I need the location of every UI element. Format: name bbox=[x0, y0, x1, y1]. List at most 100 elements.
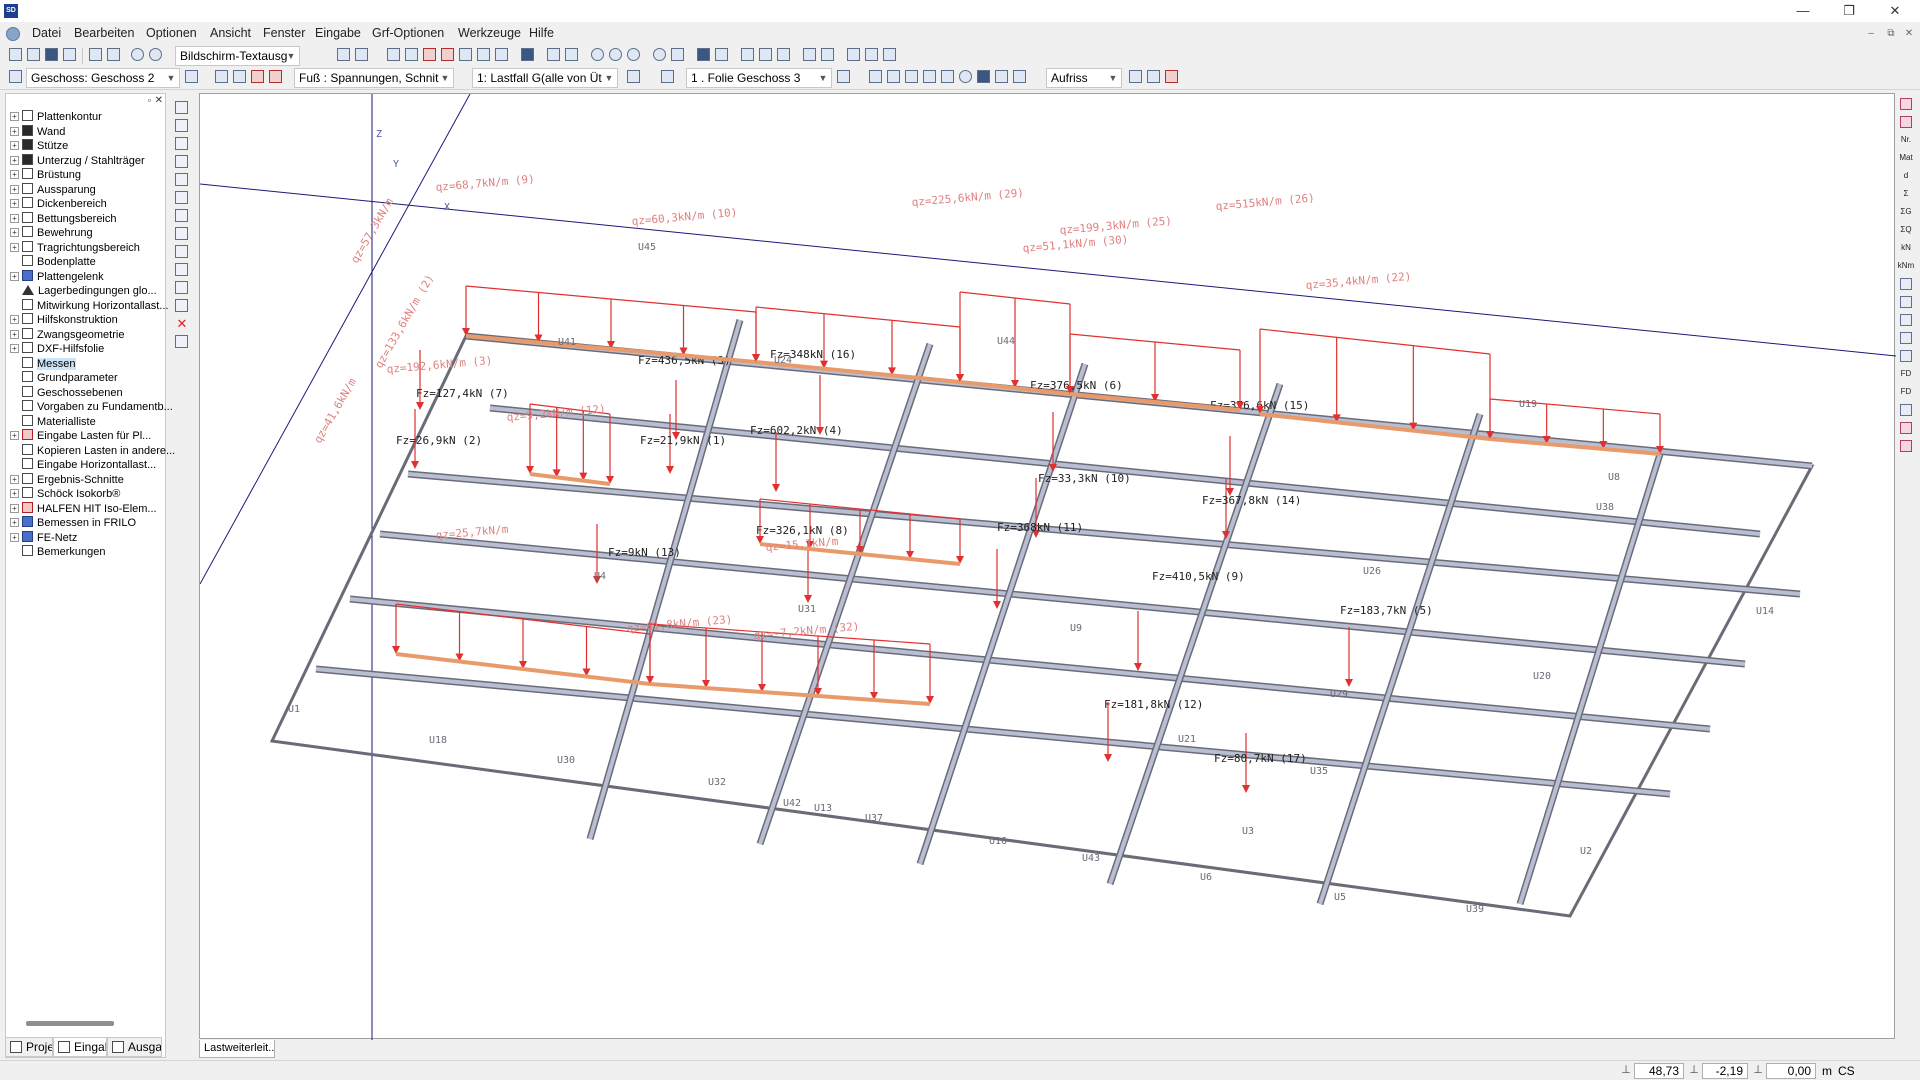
zoom-in-icon[interactable] bbox=[608, 47, 624, 63]
result-combo[interactable]: Fuß : Spannungen, Schnit ▼ bbox=[294, 68, 454, 88]
system-menu-icon[interactable] bbox=[6, 27, 20, 41]
split-icon[interactable] bbox=[174, 280, 190, 296]
view-3d-icon[interactable] bbox=[386, 47, 402, 63]
fd-display-icon[interactable]: FD bbox=[1897, 366, 1915, 382]
open-file-icon[interactable] bbox=[26, 47, 42, 63]
section-icon[interactable] bbox=[1128, 69, 1144, 85]
tree-item[interactable]: + Brüstung bbox=[10, 168, 81, 182]
dimension-line-icon[interactable] bbox=[922, 69, 938, 85]
tree-item[interactable]: + FE-Netz bbox=[10, 530, 77, 545]
expand-icon[interactable]: + bbox=[10, 199, 19, 208]
draw-line-icon[interactable] bbox=[174, 154, 190, 170]
measure-tool-icon[interactable] bbox=[802, 47, 818, 63]
shade-icon[interactable] bbox=[976, 69, 992, 85]
close-button[interactable]: ✕ bbox=[1872, 0, 1918, 22]
expand-icon[interactable]: + bbox=[10, 503, 19, 513]
expand-icon[interactable]: + bbox=[10, 271, 19, 281]
check-icon[interactable] bbox=[494, 47, 510, 63]
expand-icon[interactable]: + bbox=[10, 532, 19, 542]
table-view-icon[interactable] bbox=[1012, 69, 1028, 85]
mdi-minimize-button[interactable]: – bbox=[1862, 26, 1880, 42]
tree-item[interactable]: Messen bbox=[10, 356, 76, 371]
expand-icon[interactable]: + bbox=[10, 126, 19, 136]
sum-q-icon[interactable]: ΣQ bbox=[1897, 222, 1915, 238]
tree-item[interactable]: + Wand bbox=[10, 124, 65, 139]
redo-icon[interactable] bbox=[148, 47, 164, 63]
visibility-icon[interactable] bbox=[958, 69, 974, 85]
tree-item[interactable]: Lagerbedingungen glo... bbox=[10, 284, 157, 298]
expand-icon[interactable]: + bbox=[10, 184, 19, 194]
load-fill-icon[interactable] bbox=[268, 69, 284, 85]
save-icon[interactable] bbox=[44, 47, 60, 63]
tree-item[interactable]: + Plattengelenk bbox=[10, 269, 104, 284]
drawing-canvas[interactable]: Z Y X Fz=127,4kN (7) Fz=436,5kN (3) Fz=348kN … bbox=[199, 93, 1896, 1040]
support-display-icon[interactable] bbox=[1897, 276, 1915, 292]
loadcase-options-icon[interactable] bbox=[626, 69, 642, 85]
expand-icon[interactable]: + bbox=[10, 489, 19, 498]
tab-input[interactable]: Eingab bbox=[53, 1037, 107, 1057]
3d-model-view[interactable]: ZYXFz=127,4kN (7)Fz=436,5kN (3) Fz=348kN … bbox=[200, 94, 1896, 1040]
expand-icon[interactable]: + bbox=[10, 170, 19, 179]
tree-item[interactable]: Kopieren Lasten in andere... bbox=[10, 443, 175, 458]
menu-werkzeuge[interactable]: Werkzeuge bbox=[458, 26, 521, 40]
expand-icon[interactable]: + bbox=[10, 213, 19, 223]
info-icon[interactable] bbox=[882, 47, 898, 63]
grid-icon[interactable] bbox=[336, 47, 352, 63]
menu-optionen[interactable]: Optionen bbox=[146, 26, 197, 40]
expand-icon[interactable]: + bbox=[10, 155, 19, 165]
snap-grid-icon[interactable] bbox=[714, 47, 730, 63]
text-icon[interactable] bbox=[868, 69, 884, 85]
tree-item[interactable]: + Eingabe Lasten für Pl... bbox=[10, 429, 151, 443]
rotate-object-icon[interactable] bbox=[174, 208, 190, 224]
tree-item[interactable]: Mitwirkung Horizontallast... bbox=[10, 298, 168, 313]
undo-icon[interactable] bbox=[130, 47, 146, 63]
loadcase-combo[interactable]: 1: Lastfall G(alle von Üt ▼ bbox=[472, 68, 618, 88]
minimize-button[interactable]: — bbox=[1780, 0, 1826, 22]
tree-item[interactable]: + HALFEN HIT Iso-Elem... bbox=[10, 501, 157, 516]
fit-view-icon[interactable] bbox=[670, 47, 686, 63]
tree-item[interactable]: + Ergebnis-Schnitte bbox=[10, 472, 124, 487]
fd-values-icon[interactable]: FD bbox=[1897, 384, 1915, 400]
print-preview-icon[interactable] bbox=[106, 47, 122, 63]
menu-fenster[interactable]: Fenster bbox=[263, 26, 305, 40]
tree-item[interactable]: + Stütze bbox=[10, 139, 68, 153]
copy-object-icon[interactable] bbox=[174, 244, 190, 260]
move-icon[interactable] bbox=[174, 262, 190, 278]
snap-point-icon[interactable] bbox=[740, 47, 756, 63]
tree-item[interactable]: Grundparameter bbox=[10, 371, 118, 385]
tree-item[interactable]: Eingabe Horizontallast... bbox=[10, 458, 156, 472]
tab-project[interactable]: Proje bbox=[5, 1037, 53, 1057]
layers-icon[interactable] bbox=[440, 47, 456, 63]
zoom-all-icon[interactable] bbox=[564, 47, 580, 63]
wire-icon[interactable] bbox=[994, 69, 1010, 85]
tree-item[interactable]: Materialliste bbox=[10, 414, 96, 429]
table-icon[interactable] bbox=[404, 47, 420, 63]
snap-middle-icon[interactable] bbox=[758, 47, 774, 63]
draw-point-icon[interactable] bbox=[174, 136, 190, 152]
expand-icon[interactable]: + bbox=[10, 344, 19, 353]
load-transfer-icon[interactable] bbox=[1897, 402, 1915, 418]
pan-icon[interactable] bbox=[590, 47, 606, 63]
close-icon[interactable]: ✕ bbox=[155, 95, 163, 106]
section-result-icon[interactable] bbox=[1164, 69, 1180, 85]
menu-grf-optionen[interactable]: Grf-Optionen bbox=[372, 26, 444, 40]
filter-icon[interactable] bbox=[476, 47, 492, 63]
layer-copy-icon[interactable] bbox=[836, 69, 852, 85]
numbering-icon[interactable]: Nr. bbox=[1897, 132, 1915, 148]
foundation-values-icon[interactable] bbox=[1897, 330, 1915, 346]
copy-icon[interactable] bbox=[458, 47, 474, 63]
comment-icon[interactable] bbox=[864, 47, 880, 63]
expand-icon[interactable]: + bbox=[10, 228, 19, 237]
draw-triangle-icon[interactable] bbox=[174, 172, 190, 188]
sum-g-icon[interactable]: ΣG bbox=[1897, 204, 1915, 220]
tree-item[interactable]: + Hilfskonstruktion bbox=[10, 313, 118, 327]
snap-intersection-icon[interactable] bbox=[776, 47, 792, 63]
expand-icon[interactable]: + bbox=[10, 431, 19, 440]
zoom-window-icon[interactable] bbox=[546, 47, 562, 63]
draw-rectangle-icon[interactable] bbox=[174, 100, 190, 116]
edit-icon[interactable] bbox=[174, 298, 190, 314]
expand-icon[interactable]: + bbox=[10, 518, 19, 527]
rotate-icon[interactable] bbox=[652, 47, 668, 63]
material-icon[interactable]: Mat bbox=[1897, 150, 1915, 166]
menu-hilfe[interactable]: Hilfe bbox=[529, 26, 554, 40]
